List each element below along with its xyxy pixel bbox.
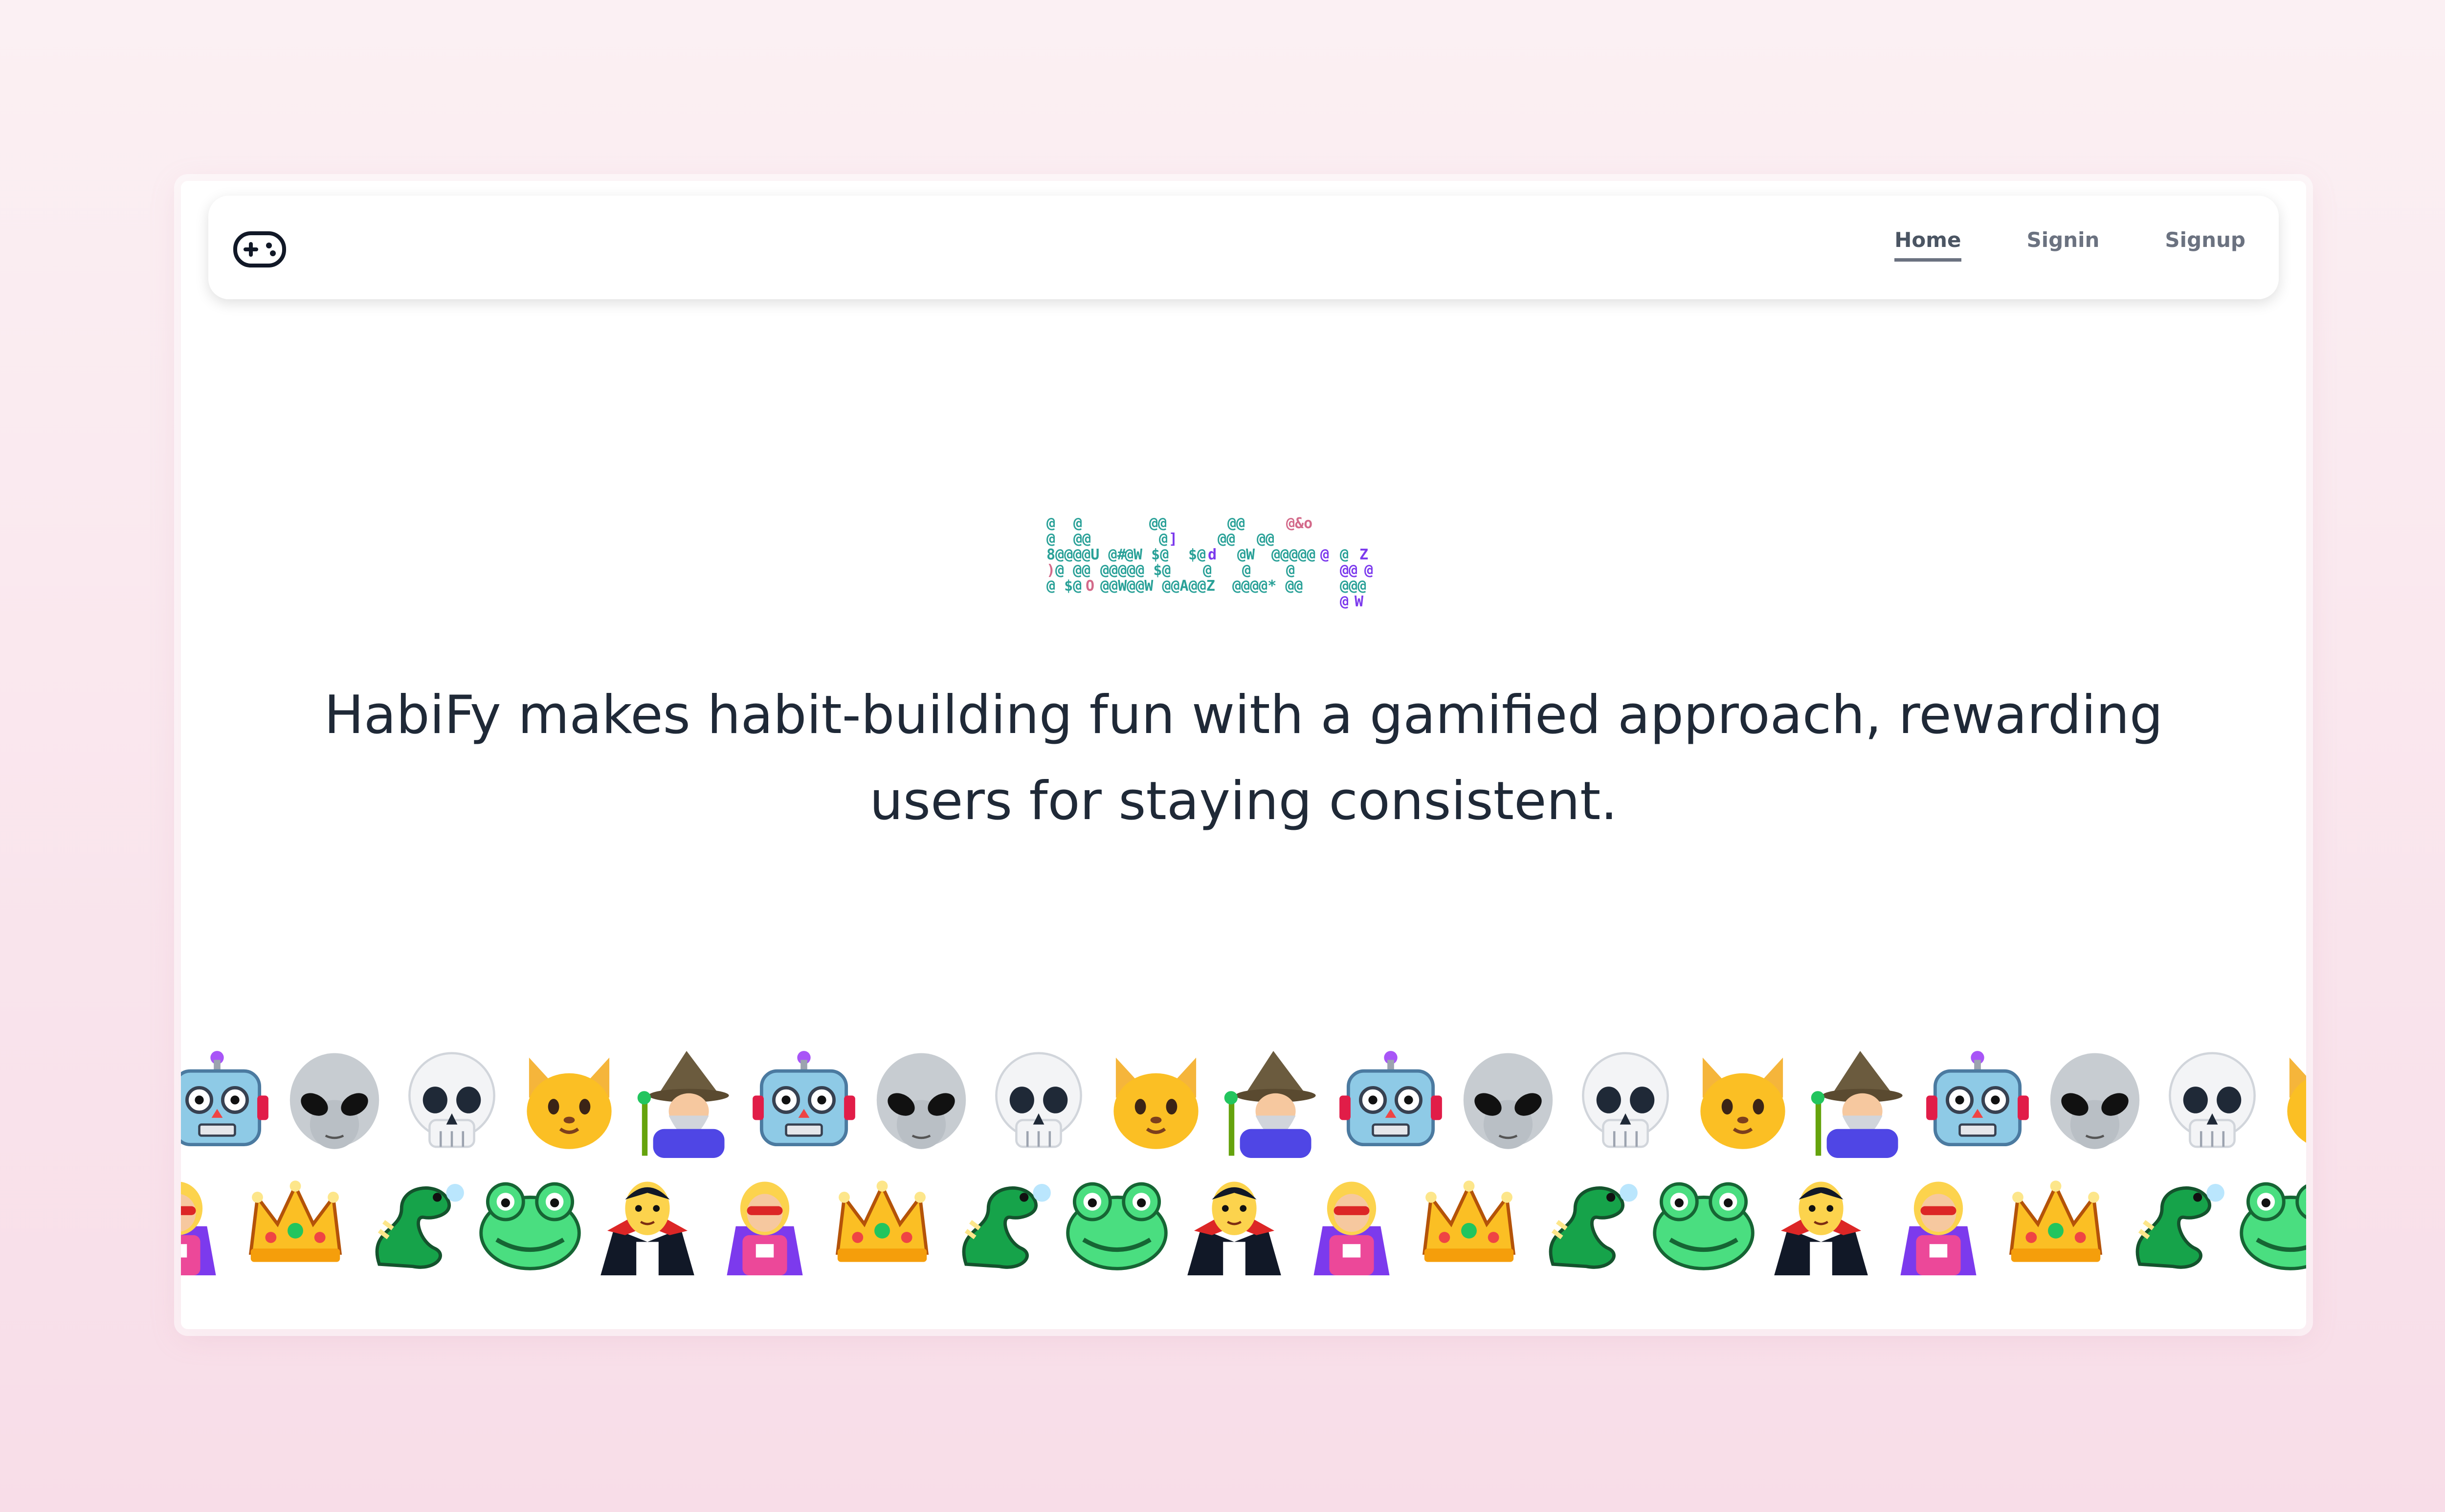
gamepad-icon[interactable] [233, 231, 287, 268]
svg-text:@W: @W [1237, 546, 1255, 563]
cat-icon [513, 1046, 625, 1158]
alien-icon [279, 1046, 390, 1158]
emoji-marquee-row-1 [181, 1046, 2306, 1158]
emoji-marquee-row-2 [181, 1164, 2306, 1275]
dragon-icon [944, 1164, 1055, 1275]
svg-text:@@W@@W @@A@@Z: @@W@@W @@A@@Z [1100, 578, 1215, 595]
crown-icon [826, 1164, 938, 1275]
vampire-icon [592, 1164, 703, 1275]
skull-icon [396, 1046, 508, 1158]
hero-tagline: HabiFy makes habit-building fun with a g… [324, 685, 2163, 832]
svg-text:@@: @@ [1257, 531, 1274, 548]
svg-text:W: W [1355, 593, 1364, 610]
wizard-icon [631, 1046, 742, 1158]
cat-icon [2274, 1046, 2306, 1158]
alien-icon [2039, 1046, 2151, 1158]
svg-text:@: @ [1340, 546, 1349, 563]
robot-icon [1922, 1046, 2033, 1158]
svg-text:@@: @@ [1227, 515, 1245, 532]
superhero-icon [709, 1164, 821, 1275]
svg-text:O: O [1086, 578, 1094, 595]
frog-icon [474, 1164, 586, 1275]
alien-icon [866, 1046, 977, 1158]
svg-text:@: @ [1046, 515, 1055, 532]
svg-text:@ $@: @ $@ [1046, 578, 1082, 595]
crown-icon [240, 1164, 351, 1275]
crown-icon [2000, 1164, 2112, 1275]
ascii-art-wordmark: @ @ @@ @@ @&o @ @@ @ ] @@ @@ 8@@@@U @# @… [1046, 513, 1389, 611]
superhero-icon [1296, 1164, 1407, 1275]
svg-text:]: ] [1169, 531, 1178, 548]
svg-text:@ @@: @ @@ [1055, 562, 1090, 579]
dragon-icon [2117, 1164, 2229, 1275]
svg-text:@@@: @@@ [1340, 578, 1366, 595]
svg-text:@@: @@ [1218, 531, 1235, 548]
vampire-icon [1178, 1164, 1290, 1275]
frog-icon [1648, 1164, 1759, 1275]
navbar: Home Signin Signup [208, 196, 2279, 299]
superhero-icon [181, 1164, 234, 1275]
robot-icon [1335, 1046, 1446, 1158]
skull-icon [2156, 1046, 2268, 1158]
svg-text:@: @ [1286, 562, 1295, 579]
svg-text:@: @ [1320, 546, 1329, 563]
cat-icon [1100, 1046, 1212, 1158]
crown-icon [1413, 1164, 1525, 1275]
robot-icon [748, 1046, 860, 1158]
nav-signup-link[interactable]: Signup [2165, 228, 2245, 262]
superhero-icon [1883, 1164, 1994, 1275]
wizard-icon [1804, 1046, 1916, 1158]
svg-text:@@@@@ $@: @@@@@ $@ [1100, 562, 1171, 579]
wizard-icon [1218, 1046, 1329, 1158]
svg-text:$@: $@ [1188, 546, 1206, 563]
svg-text:@@: @@ [1340, 562, 1357, 579]
nav-links: Home Signin Signup [1894, 228, 2245, 262]
svg-text:@: @ [1203, 562, 1212, 579]
svg-text:@@@@* @@: @@@@* @@ [1232, 578, 1303, 595]
svg-text:@@: @@ [1073, 531, 1091, 548]
robot-icon [181, 1046, 273, 1158]
svg-text:@@: @@ [1149, 515, 1167, 532]
frog-icon [1061, 1164, 1173, 1275]
svg-text:@: @ [1159, 531, 1168, 548]
svg-text:@W $@: @W $@ [1125, 546, 1169, 563]
alien-icon [1452, 1046, 1564, 1158]
svg-text:d: d [1208, 546, 1217, 563]
skull-icon [983, 1046, 1094, 1158]
vampire-icon [1765, 1164, 1877, 1275]
skull-icon [1570, 1046, 1681, 1158]
nav-signin-link[interactable]: Signin [2027, 228, 2100, 262]
svg-text:@: @ [1242, 562, 1251, 579]
svg-text:@: @ [1340, 593, 1349, 610]
frog-icon [2235, 1164, 2306, 1275]
browser-window: Home Signin Signup @ @ @@ @@ @&o @ @@ @ … [181, 181, 2306, 1329]
svg-text:@: @ [1364, 562, 1373, 579]
dragon-icon [1531, 1164, 1642, 1275]
dragon-icon [357, 1164, 468, 1275]
nav-home-link[interactable]: Home [1894, 228, 1961, 262]
svg-text:@: @ [1073, 515, 1082, 532]
svg-text:8@@@@U @#: 8@@@@U @# [1046, 546, 1126, 563]
cat-icon [1687, 1046, 1799, 1158]
svg-text:@&o: @&o [1286, 515, 1312, 532]
svg-text:@@@@@: @@@@@ [1271, 546, 1315, 563]
svg-text:): ) [1046, 562, 1055, 579]
svg-text:Z: Z [1359, 546, 1368, 563]
svg-text:@: @ [1046, 531, 1055, 548]
